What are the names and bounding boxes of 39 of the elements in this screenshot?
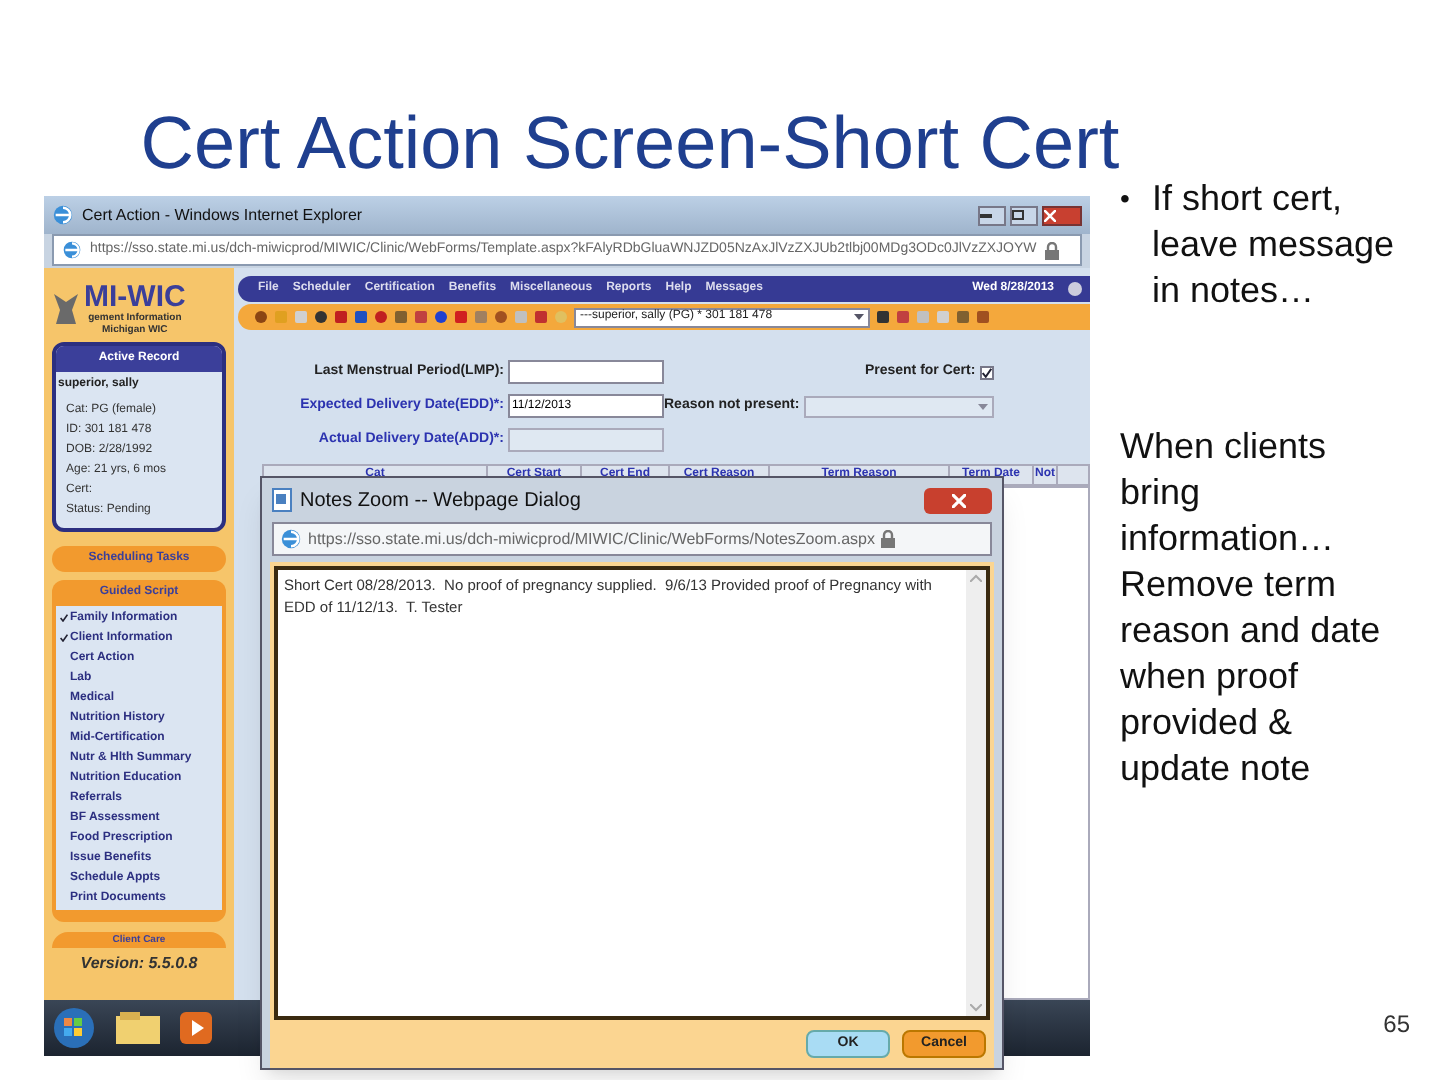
present-checkbox[interactable] xyxy=(979,365,994,379)
logo-text: MI-WIC xyxy=(84,281,186,311)
lock-icon xyxy=(1044,241,1061,259)
page-number: 65 xyxy=(1383,1008,1410,1042)
logo-icon xyxy=(52,290,80,326)
add-field[interactable] xyxy=(508,428,664,452)
folder-icon[interactable] xyxy=(112,1008,164,1048)
slide-title: Cert Action Screen-Short Cert xyxy=(140,106,1120,180)
scroll-down-icon xyxy=(970,1004,982,1012)
lock-icon xyxy=(880,530,897,548)
close-icon xyxy=(951,493,965,507)
scroll-up-icon xyxy=(970,574,982,582)
bullet-text: If short cert, leave message in notes… xyxy=(1152,176,1397,314)
version-text: Version: 5.5.0.8 xyxy=(78,952,200,976)
window-title: Cert Action - Windows Internet Explorer xyxy=(82,203,363,227)
maximize-button[interactable] xyxy=(1010,205,1038,225)
url-text: https://sso.state.mi.us/dch-miwicprod/MIWIC/Clinic/WebForms/NotesZoom.aspx xyxy=(308,527,875,551)
browser-icon xyxy=(52,204,74,226)
play-icon[interactable] xyxy=(180,1012,212,1044)
close-icon xyxy=(1044,209,1056,221)
maximize-icon xyxy=(1012,210,1024,220)
page-icon xyxy=(272,488,292,512)
scrollbar[interactable] xyxy=(966,570,986,1016)
minimize-button[interactable] xyxy=(978,205,1006,225)
browser-icon xyxy=(62,240,82,260)
browser-icon xyxy=(280,528,302,550)
dialog-address-bar[interactable]: https://sso.state.mi.us/dch-miwicprod/MIWIC/Clinic/WebForms/NotesZoom.aspx xyxy=(272,522,992,556)
dropdown-icon xyxy=(977,403,988,409)
dialog-title: Notes Zoom -- Webpage Dialog xyxy=(300,487,581,515)
check-icon xyxy=(981,367,992,377)
reason-select[interactable] xyxy=(803,395,994,417)
minimize-icon xyxy=(980,213,992,217)
close-button[interactable] xyxy=(1042,205,1082,225)
dropdown-icon xyxy=(854,314,864,320)
bullet-text: When clients bring information… Remove term reason and date when proof provided & update note xyxy=(1120,424,1383,792)
close-button[interactable] xyxy=(924,487,992,513)
bullet-mark: • xyxy=(1120,180,1132,218)
start-button[interactable] xyxy=(52,1006,96,1050)
lmp-field[interactable] xyxy=(508,360,664,384)
